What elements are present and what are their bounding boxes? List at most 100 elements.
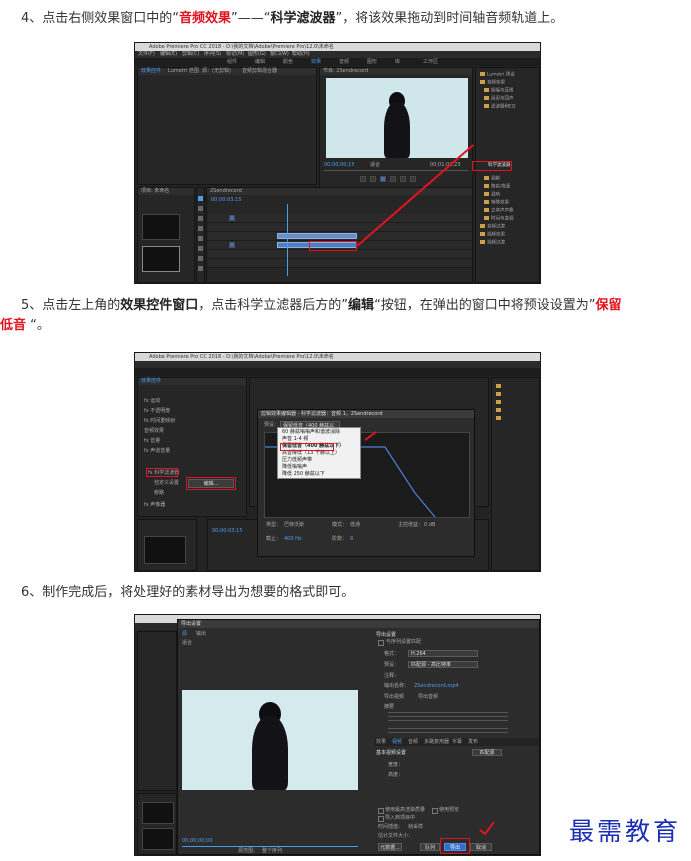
preset-option-reduce-hum[interactable]: 降低嗡嗡声	[282, 464, 307, 471]
export-audio-label[interactable]: 导出音频	[418, 694, 438, 700]
tab-source[interactable]: 源：(无剪辑)	[202, 68, 231, 74]
tree-item-reverb[interactable]: 混响	[484, 192, 500, 199]
step-back-icon[interactable]	[370, 176, 376, 182]
use-max-checkbox[interactable]	[378, 808, 384, 814]
ws-libraries[interactable]: 库	[395, 58, 400, 66]
ec-volume[interactable]: fx 音量	[144, 438, 160, 444]
menu-sequence[interactable]: 序列(S)	[204, 51, 221, 58]
cutoff-value[interactable]: 400 Hz	[284, 536, 302, 542]
ec-motion[interactable]: fx 运动	[144, 398, 160, 404]
menu-graphics[interactable]: 图形(G)	[248, 51, 266, 58]
tab-effects[interactable]: 效果	[376, 739, 386, 745]
ws-editing[interactable]: 编辑	[255, 58, 265, 66]
sequence-thumbnail[interactable]	[142, 828, 174, 850]
tree-item-delay[interactable]: 延迟与回声	[484, 96, 514, 103]
ec-opacity[interactable]: fx 不透明度	[144, 408, 170, 414]
hand-tool-icon[interactable]	[198, 256, 203, 261]
menu-edit[interactable]: 编辑(E)	[160, 51, 177, 58]
order-value[interactable]: 8	[350, 536, 353, 542]
ws-assembly[interactable]: 组件	[227, 58, 237, 66]
preset-option-voice[interactable]: 声音 1-4 频	[282, 436, 308, 443]
tree-item-noise-reduction[interactable]: 降杂/恢复	[484, 184, 511, 191]
clip-thumbnail[interactable]	[144, 536, 186, 564]
tree-item-special[interactable]: 特殊效果	[484, 200, 509, 207]
format-dropdown[interactable]: H.264	[408, 650, 478, 657]
type-tool-icon[interactable]	[198, 266, 203, 271]
time-interp-value[interactable]: 帧采样	[408, 824, 423, 830]
program-tab[interactable]: 节目: 2Sendrecord	[323, 68, 368, 74]
mode-value[interactable]: 低通	[350, 522, 360, 528]
tree-item-filter-eq[interactable]: 滤波器和EQ	[484, 104, 515, 111]
tree-item-video-effects[interactable]: 视频效果	[480, 232, 505, 239]
export-video-label[interactable]: 导出视频	[384, 694, 404, 700]
tab-audio[interactable]: 音频	[408, 739, 418, 745]
play-icon[interactable]	[380, 176, 386, 182]
tree-item-audio-effects[interactable]: 音频效果	[480, 80, 505, 87]
metadata-button[interactable]: 元数据...	[378, 843, 402, 851]
menu-clip[interactable]: 剪辑(C)	[182, 51, 199, 58]
tab-effect-controls[interactable]: 效果控件	[141, 378, 161, 384]
ws-graphics[interactable]: 图形	[367, 58, 377, 66]
queue-button[interactable]: 队列	[420, 843, 440, 851]
clip-thumbnail[interactable]	[142, 214, 180, 240]
timeline-tab[interactable]: 2Sendrecord	[210, 188, 242, 194]
project-tab[interactable]: 项目: 未命名	[141, 188, 169, 194]
ec-time-remap[interactable]: fx 时间重映射	[144, 418, 175, 424]
match-source-button[interactable]: 匹配源	[472, 749, 502, 756]
track-target-v[interactable]	[229, 215, 235, 221]
ws-more[interactable]: 工作区	[423, 58, 438, 66]
preset-option-treble[interactable]: 高音降低（13 千赫以上）	[282, 450, 340, 457]
use-previews-checkbox[interactable]	[432, 808, 438, 814]
output-name-value[interactable]: 2Sendrecord.mp4	[414, 683, 459, 689]
tab-lumetri-scopes[interactable]: Lumetri 范围	[168, 68, 199, 74]
preset-option-low-freq[interactable]: 压力低频声带	[282, 457, 312, 464]
export-frame-icon[interactable]	[410, 176, 416, 182]
ws-color[interactable]: 颜色	[283, 58, 293, 66]
ws-audio[interactable]: 音频	[339, 58, 349, 66]
menu-marker[interactable]: 标记(M)	[226, 51, 244, 58]
preset-option-hum[interactable]: 60 赫兹嗡嗡声和谐波消除	[282, 429, 340, 436]
tab-source[interactable]: 源	[182, 631, 187, 637]
tree-item-lumetri[interactable]: Lumetri 预设	[480, 72, 515, 79]
tree-item-audio-transitions[interactable]: 音频过渡	[480, 224, 505, 231]
tab-video[interactable]: 视频	[392, 739, 402, 745]
program-scrubber[interactable]	[324, 170, 468, 171]
tab-publish[interactable]: 发布	[468, 739, 478, 745]
tab-effect-controls[interactable]: 效果控件	[141, 68, 161, 74]
tree-item-modulation[interactable]: 调制	[484, 176, 500, 183]
menu-window[interactable]: 窗口(W)	[270, 51, 289, 58]
razor-tool-icon[interactable]	[198, 226, 203, 231]
tree-item-stereo[interactable]: 立体声声像	[484, 208, 514, 215]
step-forward-icon[interactable]	[390, 176, 396, 182]
ec-bypass[interactable]: 旁路	[154, 490, 164, 496]
video-clip[interactable]	[277, 233, 357, 239]
sequence-thumbnail[interactable]	[142, 246, 180, 272]
ripple-tool-icon[interactable]	[198, 216, 203, 221]
menu-file[interactable]: 文件(F)	[138, 51, 155, 58]
ws-effects[interactable]: 效果	[311, 58, 321, 66]
tab-audio-mixer[interactable]: 音频剪辑混合器	[242, 68, 277, 74]
go-to-out-icon[interactable]	[400, 176, 406, 182]
tab-multiplexer[interactable]: 多路复用器	[424, 739, 449, 745]
fit-dropdown[interactable]: 适合	[370, 162, 380, 168]
track-target-a[interactable]	[229, 242, 235, 248]
import-project-checkbox[interactable]	[378, 816, 384, 822]
track-select-tool-icon[interactable]	[198, 206, 203, 211]
preset-option-reduce-250[interactable]: 降低 250 赫兹以下	[282, 471, 325, 478]
source-range-value[interactable]: 整个序列	[262, 848, 282, 854]
tree-item-time-pitch[interactable]: 时间与变调	[484, 216, 514, 223]
ec-panner[interactable]: fx 声像器	[144, 502, 165, 508]
tab-output[interactable]: 输出	[196, 631, 206, 637]
menu-help[interactable]: 帮助(H)	[292, 51, 310, 58]
slip-tool-icon[interactable]	[198, 236, 203, 241]
tree-item-amplitude[interactable]: 振幅与压限	[484, 88, 514, 95]
selection-tool-icon[interactable]	[198, 196, 203, 201]
type-value[interactable]: 巴特沃斯	[284, 522, 304, 528]
playhead[interactable]	[287, 204, 288, 276]
export-scrubber[interactable]	[182, 846, 358, 847]
tab-captions[interactable]: 字幕	[452, 739, 462, 745]
pen-tool-icon[interactable]	[198, 246, 203, 251]
gain-value[interactable]: 0 dB	[424, 522, 435, 528]
ec-channel-volume[interactable]: fx 声道音量	[144, 448, 170, 454]
go-to-in-icon[interactable]	[360, 176, 366, 182]
